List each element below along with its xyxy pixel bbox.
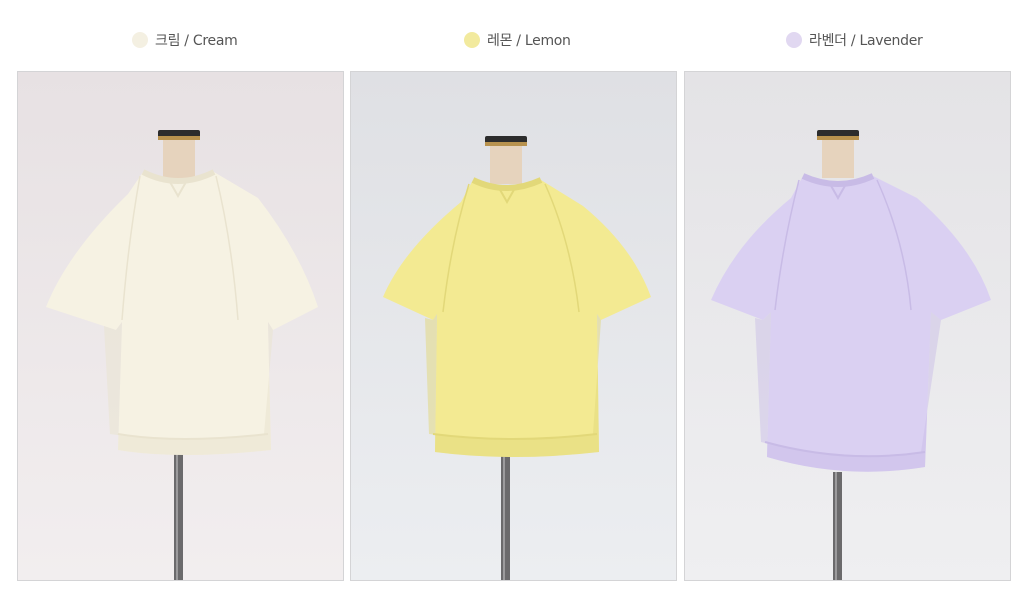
color-swatch-lemon <box>464 32 480 48</box>
color-label-lavender: 라벤더 / Lavender <box>786 29 923 51</box>
tshirt-illustration-lemon <box>351 72 676 580</box>
product-photo-cream <box>17 71 344 581</box>
color-name-lavender: 라벤더 / Lavender <box>809 33 923 49</box>
color-swatch-cream <box>132 32 148 48</box>
color-swatch-lavender <box>786 32 802 48</box>
color-name-lemon: 레몬 / Lemon <box>487 33 571 49</box>
tshirt-illustration-cream <box>18 72 343 580</box>
color-name-cream: 크림 / Cream <box>155 33 238 49</box>
product-photo-lavender <box>684 71 1011 581</box>
color-label-lemon: 레몬 / Lemon <box>464 29 571 51</box>
tshirt-illustration-lavender <box>685 72 1010 580</box>
product-photo-lemon <box>350 71 677 581</box>
color-label-cream: 크림 / Cream <box>132 29 238 51</box>
